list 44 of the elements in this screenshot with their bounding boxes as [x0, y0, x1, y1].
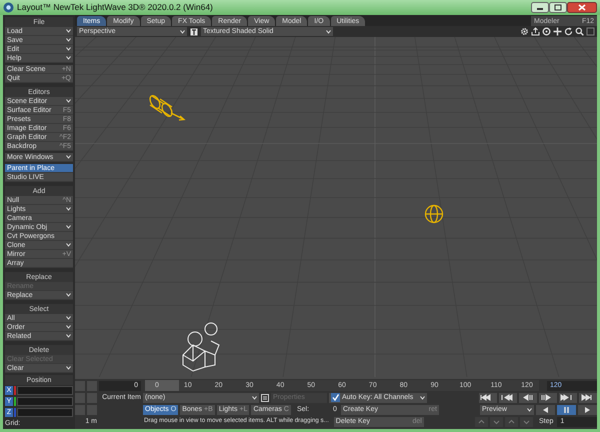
- chevron-down-icon: [66, 366, 71, 370]
- down-chevron-button[interactable]: [520, 416, 533, 426]
- play-button[interactable]: [578, 404, 597, 414]
- chevron-down-icon: [66, 99, 71, 103]
- skip-to-end-button[interactable]: [579, 392, 597, 402]
- axis-value-field[interactable]: [17, 408, 73, 417]
- next-key-button[interactable]: [559, 392, 577, 402]
- skip-to-start-button[interactable]: [479, 392, 497, 402]
- window-title: Layout™ NewTek LightWave 3D® 2020.0.2 (Win64): [17, 3, 213, 12]
- chevron-down-icon: [66, 243, 71, 247]
- timeline-thumb[interactable]: [145, 380, 179, 391]
- chevron-down-icon: [527, 408, 532, 412]
- axis-value-field[interactable]: [17, 386, 73, 395]
- chevron-down-icon: [326, 30, 331, 34]
- checkbox[interactable]: [331, 393, 340, 402]
- gear-icon[interactable]: [520, 27, 529, 36]
- chevron-down-icon: [180, 30, 185, 34]
- next-frame-button[interactable]: [539, 392, 557, 402]
- texture-mode-icon[interactable]: [190, 28, 198, 36]
- search-icon[interactable]: [575, 27, 584, 36]
- close-button[interactable]: [567, 2, 597, 13]
- chevron-down-icon: [66, 293, 71, 297]
- pause-button[interactable]: [557, 404, 576, 414]
- up-chevron-button[interactable]: [505, 416, 518, 426]
- chevron-down-icon: [66, 207, 71, 211]
- chevron-down-icon: [66, 225, 71, 229]
- point-light-drawing[interactable]: [424, 204, 444, 224]
- list-icon[interactable]: [261, 394, 269, 402]
- previous-key-button[interactable]: [499, 392, 517, 402]
- app-icon: [3, 2, 14, 13]
- move-view-icon[interactable]: [553, 27, 562, 36]
- chevron-down-icon: [252, 396, 257, 400]
- refresh-icon[interactable]: [564, 27, 573, 36]
- axis-value-field[interactable]: [17, 397, 73, 406]
- play-reverse-button[interactable]: [536, 404, 555, 414]
- rotate-view-icon[interactable]: [542, 27, 551, 36]
- maximize-button[interactable]: [549, 2, 567, 13]
- chevron-down-icon: [66, 155, 71, 159]
- previous-frame-button[interactable]: [519, 392, 537, 402]
- down-chevron-button[interactable]: [490, 416, 503, 426]
- export-icon[interactable]: [531, 27, 540, 36]
- chevron-down-icon: [420, 396, 425, 400]
- up-chevron-button[interactable]: [475, 416, 488, 426]
- minimize-button[interactable]: [531, 2, 549, 13]
